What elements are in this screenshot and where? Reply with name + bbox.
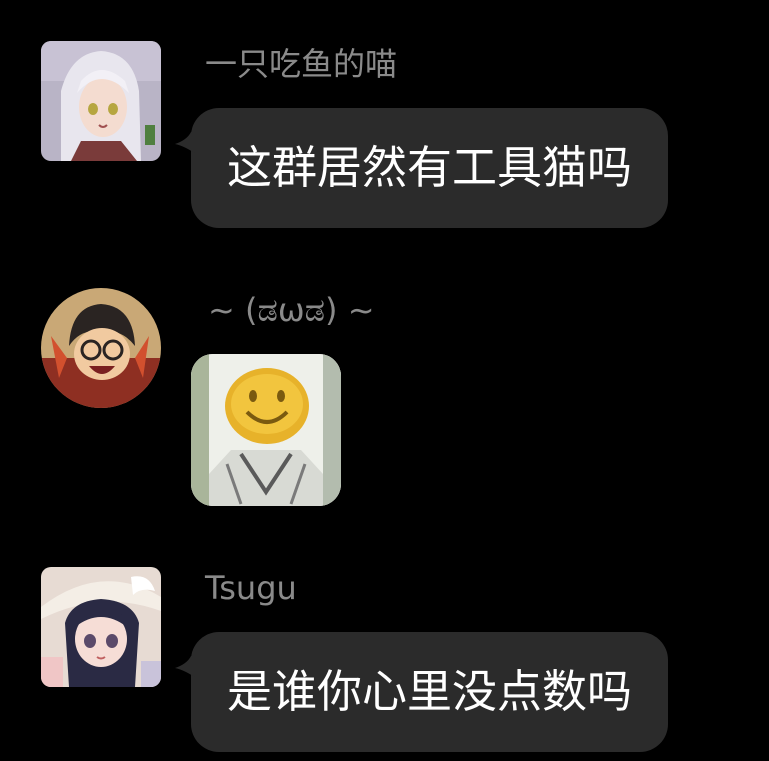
sender-name: Tsugu <box>205 569 297 607</box>
anime-girl-avatar-icon[interactable] <box>41 41 161 161</box>
bubble-tail-icon <box>175 132 199 156</box>
message-bubble[interactable]: 是谁你心里没点数吗 <box>175 632 669 752</box>
chat-message-list: 一只吃鱼的喵 这群居然有工具猫吗 ~ (ಡωಡ) ~ Tsugu 是谁你心里没点… <box>0 0 769 761</box>
message-text: 是谁你心里没点数吗 <box>227 665 633 718</box>
sender-name: ~ (ಡωಡ) ~ <box>208 291 375 329</box>
hat-girl-avatar-icon[interactable] <box>41 567 161 687</box>
detective-boy-avatar-icon[interactable] <box>41 288 161 408</box>
sender-name: 一只吃鱼的喵 <box>205 45 398 83</box>
bubble-tail-icon <box>175 656 199 680</box>
smiley-face-sticker[interactable] <box>191 354 341 506</box>
message-text: 这群居然有工具猫吗 <box>227 141 633 194</box>
message-bubble[interactable]: 这群居然有工具猫吗 <box>175 108 669 228</box>
